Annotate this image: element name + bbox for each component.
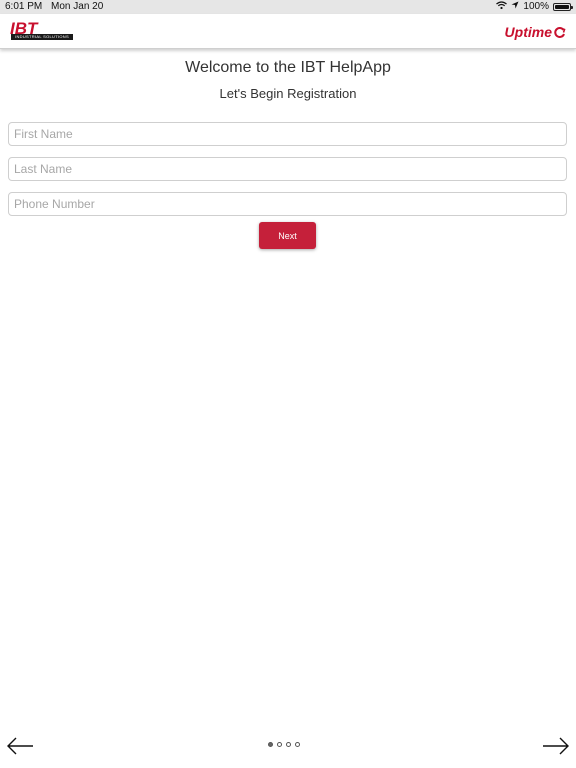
battery-icon bbox=[553, 2, 573, 11]
uptime-swoosh-icon bbox=[554, 26, 566, 38]
status-time: 6:01 PM bbox=[5, 1, 43, 12]
ibt-logo-subtitle: INDUSTRIAL SOLUTIONS bbox=[11, 34, 73, 40]
page-subtitle: Let's Begin Registration bbox=[219, 86, 357, 101]
status-bar: 6:01 PM Mon Jan 20 100% bbox=[0, 0, 576, 14]
page-dot-1[interactable] bbox=[268, 742, 273, 747]
forward-arrow-icon[interactable] bbox=[542, 737, 570, 755]
app-header: IBT INDUSTRIAL SOLUTIONS Uptime bbox=[0, 14, 576, 49]
page-indicator[interactable] bbox=[268, 742, 300, 747]
phone-number-field[interactable] bbox=[8, 192, 567, 216]
page-title: Welcome to the IBT HelpApp bbox=[185, 59, 391, 76]
back-arrow-icon[interactable] bbox=[6, 737, 34, 755]
ibt-logo: IBT INDUSTRIAL SOLUTIONS bbox=[10, 19, 76, 41]
last-name-field[interactable] bbox=[8, 157, 567, 181]
location-icon bbox=[511, 1, 519, 12]
wifi-icon bbox=[496, 1, 508, 12]
page-dot-4[interactable] bbox=[295, 742, 300, 747]
status-date: Mon Jan 20 bbox=[51, 1, 104, 12]
page-dot-3[interactable] bbox=[286, 742, 291, 747]
uptime-logo: Uptime bbox=[505, 24, 566, 40]
battery-percent: 100% bbox=[523, 1, 549, 12]
next-button[interactable]: Next bbox=[259, 222, 316, 249]
first-name-field[interactable] bbox=[8, 122, 567, 146]
page-dot-2[interactable] bbox=[277, 742, 282, 747]
uptime-logo-text: Uptime bbox=[504, 24, 552, 40]
